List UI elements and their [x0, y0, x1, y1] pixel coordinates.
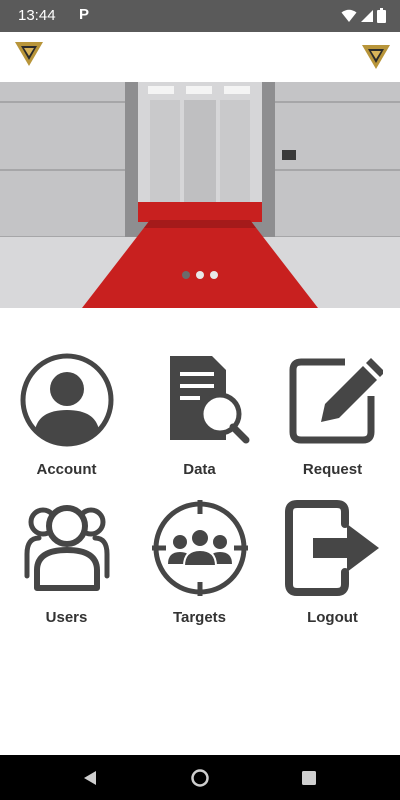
data-label: Data	[183, 461, 216, 478]
logout-label: Logout	[307, 609, 358, 626]
hero-carousel[interactable]	[0, 82, 400, 308]
brand-logo-left[interactable]	[13, 40, 45, 68]
home-icon[interactable]	[189, 767, 211, 789]
carousel-dot-1[interactable]	[182, 271, 190, 279]
edit-request-icon	[289, 358, 383, 444]
system-nav-bar	[0, 755, 400, 800]
users-button[interactable]: Users	[0, 500, 133, 626]
status-time: 13:44	[18, 7, 56, 24]
status-bar: 13:44 P	[0, 0, 400, 32]
request-button[interactable]: Request	[266, 352, 399, 478]
targets-icon	[151, 500, 248, 596]
users-label: Users	[45, 609, 88, 626]
battery-icon	[377, 8, 386, 23]
logout-icon	[284, 500, 379, 596]
signal-icon	[361, 9, 373, 22]
app-bar	[0, 32, 400, 82]
recents-icon[interactable]	[298, 767, 320, 789]
carousel-dot-3[interactable]	[210, 271, 218, 279]
back-icon[interactable]	[80, 767, 102, 789]
status-icons	[341, 8, 386, 23]
account-button[interactable]: Account	[0, 352, 133, 478]
logout-button[interactable]: Logout	[266, 500, 399, 626]
brand-logo-right[interactable]	[360, 43, 392, 71]
targets-label: Targets	[172, 609, 227, 626]
carousel-dot-2[interactable]	[196, 271, 204, 279]
carousel-dots	[0, 271, 400, 279]
data-button[interactable]: Data	[133, 352, 266, 478]
account-icon	[20, 353, 113, 447]
account-label: Account	[36, 461, 97, 478]
wifi-icon	[341, 9, 357, 22]
request-label: Request	[302, 461, 363, 478]
users-icon	[24, 505, 109, 591]
notification-p-icon: P	[79, 6, 90, 23]
data-search-icon	[169, 356, 249, 444]
targets-button[interactable]: Targets	[133, 500, 266, 626]
